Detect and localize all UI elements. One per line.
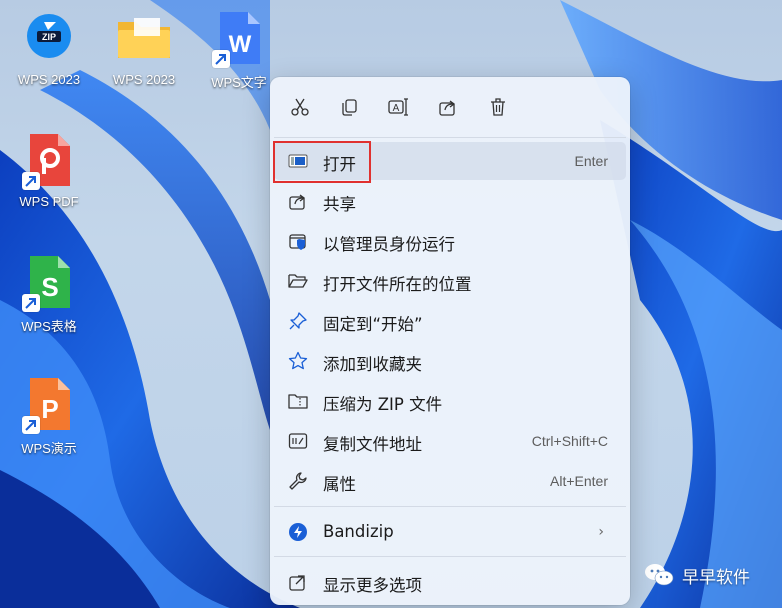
menu-separator bbox=[274, 506, 626, 507]
shortcut-arrow-icon bbox=[22, 416, 40, 434]
delete-button[interactable] bbox=[480, 89, 516, 125]
copy-path-icon bbox=[288, 433, 308, 449]
copy-button[interactable] bbox=[331, 89, 367, 125]
menu-item-add-to-favorites[interactable]: 添加到收藏夹 bbox=[274, 342, 626, 380]
menu-item-open[interactable]: 打开 Enter bbox=[273, 141, 626, 183]
shortcut-arrow-icon bbox=[22, 172, 40, 190]
share-button[interactable] bbox=[430, 89, 466, 125]
folder-icon bbox=[118, 10, 170, 66]
shortcut-arrow-icon bbox=[212, 50, 230, 68]
rename-button[interactable]: A bbox=[381, 89, 417, 125]
svg-text:P: P bbox=[41, 394, 58, 424]
context-menu: A 打开 Enter 共享 以管理员身份运行 打开文件所在的位置 固定到“开始”… bbox=[270, 77, 630, 605]
cut-button[interactable] bbox=[282, 89, 318, 125]
desktop-icon-wps-presentation[interactable]: P WPS演示 bbox=[4, 376, 94, 457]
svg-text:ZIP: ZIP bbox=[42, 32, 56, 42]
copy-icon bbox=[342, 99, 357, 116]
menu-item-label: 以管理员身份运行 bbox=[323, 235, 455, 254]
menu-separator bbox=[274, 137, 626, 138]
wechat-icon bbox=[645, 564, 674, 586]
menu-item-run-as-admin[interactable]: 以管理员身份运行 bbox=[274, 222, 626, 260]
menu-item-shortcut: Ctrl+Shift+C bbox=[531, 433, 608, 449]
pin-icon bbox=[289, 312, 307, 330]
menu-item-shortcut: Alt+Enter bbox=[550, 473, 608, 489]
rename-icon: A bbox=[388, 98, 408, 116]
menu-item-label: 显示更多选项 bbox=[323, 576, 422, 595]
wps-presentation-icon: P bbox=[22, 376, 72, 434]
svg-text:W: W bbox=[229, 31, 252, 58]
menu-item-show-more-options[interactable]: 显示更多选项 bbox=[274, 563, 626, 601]
desktop-icon-label: WPS 2023 bbox=[112, 72, 176, 87]
desktop-icon-folder[interactable]: WPS 2023 bbox=[99, 10, 189, 87]
share-icon bbox=[439, 100, 456, 116]
menu-item-label: Bandizip bbox=[323, 522, 394, 541]
zip-archive-icon: ZIP bbox=[26, 10, 72, 66]
menu-item-label: 打开文件所在的位置 bbox=[323, 275, 472, 294]
menu-item-share[interactable]: 共享 bbox=[274, 182, 626, 220]
menu-item-copy-path[interactable]: 复制文件地址 Ctrl+Shift+C bbox=[274, 422, 626, 460]
wps-pdf-icon bbox=[22, 132, 72, 190]
desktop-icon-wps-pdf[interactable]: WPS PDF bbox=[4, 132, 94, 209]
menu-item-pin-to-start[interactable]: 固定到“开始” bbox=[274, 302, 626, 340]
menu-item-open-file-location[interactable]: 打开文件所在的位置 bbox=[274, 262, 626, 300]
wps-writer-icon: W bbox=[212, 10, 262, 68]
menu-separator bbox=[274, 556, 626, 557]
menu-item-label: 压缩为 ZIP 文件 bbox=[323, 395, 443, 414]
share-icon bbox=[289, 194, 306, 210]
menu-item-label: 添加到收藏夹 bbox=[323, 355, 422, 374]
chevron-right-icon: › bbox=[598, 524, 604, 540]
context-menu-toolbar: A bbox=[270, 77, 630, 137]
desktop-icon-label: WPS表格 bbox=[21, 319, 77, 334]
desktop-icon-label: WPS PDF bbox=[19, 194, 79, 209]
star-icon bbox=[288, 351, 308, 370]
menu-item-label: 属性 bbox=[323, 475, 356, 494]
watermark-text: 早早软件 bbox=[682, 567, 750, 588]
wps-spreadsheet-icon: S bbox=[22, 254, 72, 312]
watermark: 早早软件 bbox=[644, 560, 750, 590]
folder-open-icon bbox=[288, 274, 308, 288]
svg-text:S: S bbox=[41, 272, 58, 302]
menu-item-label: 共享 bbox=[323, 195, 356, 214]
desktop-icon-label: WPS演示 bbox=[21, 441, 77, 456]
svg-text:A: A bbox=[393, 103, 400, 114]
menu-item-label: 固定到“开始” bbox=[323, 315, 423, 334]
menu-item-compress-zip[interactable]: 压缩为 ZIP 文件 bbox=[274, 382, 626, 420]
bandizip-icon bbox=[289, 523, 307, 541]
wrench-icon bbox=[289, 472, 307, 490]
desktop-icon-zip[interactable]: ZIP WPS 2023 bbox=[4, 10, 94, 87]
more-options-icon bbox=[289, 575, 305, 591]
shortcut-arrow-icon bbox=[22, 294, 40, 312]
menu-item-bandizip[interactable]: Bandizip › bbox=[274, 513, 626, 551]
menu-item-shortcut: Enter bbox=[574, 153, 608, 169]
desktop-icon-label: WPS 2023 bbox=[17, 72, 81, 87]
desktop-icon-wps-spreadsheet[interactable]: S WPS表格 bbox=[4, 254, 94, 335]
trash-icon bbox=[491, 98, 505, 116]
shield-icon bbox=[289, 234, 306, 250]
highlight-box bbox=[273, 141, 371, 183]
scissors-icon bbox=[291, 98, 309, 116]
menu-item-properties[interactable]: 属性 Alt+Enter bbox=[274, 462, 626, 500]
zip-folder-icon bbox=[288, 394, 308, 409]
menu-item-label: 复制文件地址 bbox=[323, 435, 422, 454]
